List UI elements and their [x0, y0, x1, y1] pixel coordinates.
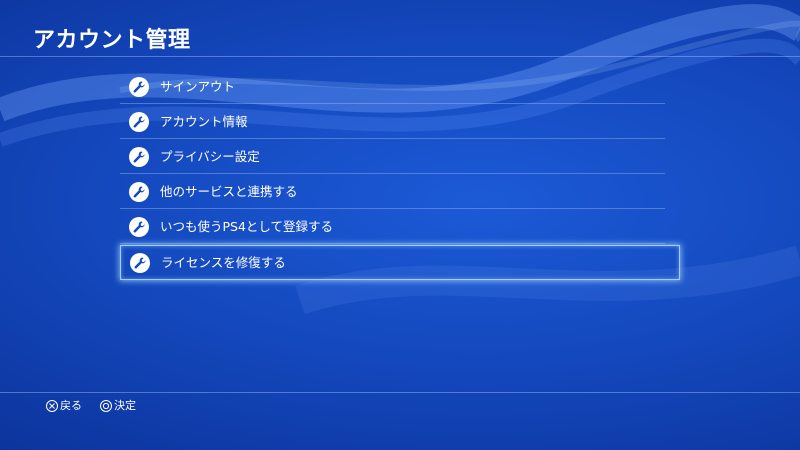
- button-hints: 戻る 決定: [46, 398, 154, 414]
- confirm-hint[interactable]: 決定: [100, 398, 136, 414]
- menu-item-restore-licenses[interactable]: ライセンスを修復する: [120, 245, 680, 280]
- menu-item-link-services[interactable]: 他のサービスと連携する: [120, 175, 665, 209]
- menu-item-label: ライセンスを修復する: [161, 254, 286, 270]
- header-divider: [0, 56, 800, 57]
- wrench-icon: [129, 216, 149, 237]
- wrench-icon: [129, 146, 149, 167]
- footer-divider: [0, 392, 800, 393]
- menu-item-privacy-settings[interactable]: プライバシー設定: [120, 140, 665, 174]
- cross-button-icon: [46, 400, 58, 412]
- menu-item-label: いつも使うPS4として登録する: [160, 218, 334, 234]
- menu-item-primary-ps4[interactable]: いつも使うPS4として登録する: [120, 210, 665, 244]
- menu-item-label: サインアウト: [160, 78, 236, 94]
- confirm-label: 決定: [114, 399, 136, 412]
- menu-item-label: プライバシー設定: [160, 148, 260, 164]
- wrench-icon: [129, 111, 149, 132]
- circle-button-icon: [100, 400, 112, 412]
- menu-item-sign-out[interactable]: サインアウト: [120, 70, 665, 104]
- back-hint[interactable]: 戻る: [46, 398, 82, 414]
- settings-menu: サインアウト アカウント情報 プライバシー設定 他のサービスと連携する いつも使…: [120, 70, 680, 281]
- menu-item-label: アカウント情報: [160, 113, 248, 129]
- back-label: 戻る: [60, 399, 82, 412]
- wrench-icon: [129, 76, 149, 97]
- page-title: アカウント管理: [33, 28, 191, 53]
- wrench-icon: [129, 181, 149, 202]
- wrench-icon: [130, 252, 150, 273]
- menu-item-label: 他のサービスと連携する: [160, 183, 298, 199]
- menu-item-account-info[interactable]: アカウント情報: [120, 105, 665, 139]
